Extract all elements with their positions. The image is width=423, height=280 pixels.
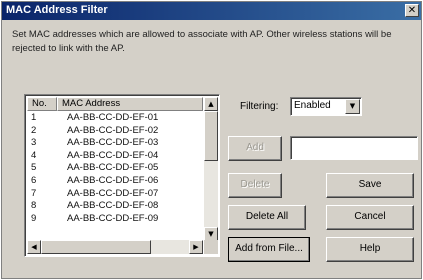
mac-address-list[interactable]: No. MAC Address 1 AA-BB-CC-DD-EF-01 2 AA-B… [24,94,220,257]
list-item[interactable]: 7 AA-BB-CC-DD-EF-07 [27,188,203,201]
title-bar[interactable]: MAC Address Filter ✕ [2,2,421,20]
vertical-scrollbar[interactable]: ▲ ▼ [204,97,218,241]
filtering-label: Filtering: [240,101,279,112]
row-mac-address: AA-BB-CC-DD-EF-06 [67,174,159,186]
vertical-scroll-thumb[interactable] [204,111,218,161]
row-number: 8 [31,200,37,212]
list-rows: 1 AA-BB-CC-DD-EF-01 2 AA-BB-CC-DD-EF-02 3 A… [27,112,203,225]
row-mac-address: AA-BB-CC-DD-EF-09 [67,212,159,224]
horizontal-scroll-thumb[interactable] [41,240,151,254]
row-mac-address: AA-BB-CC-DD-EF-01 [67,112,159,123]
filtering-value: Enabled [294,100,331,111]
scroll-up-icon[interactable]: ▲ [204,97,218,111]
horizontal-scrollbar[interactable]: ◀ ▶ [27,240,203,254]
row-number: 3 [31,137,37,149]
add-from-file-button[interactable]: Add from File... [228,237,310,262]
scrollbar-corner [204,240,218,254]
row-mac-address: AA-BB-CC-DD-EF-07 [67,187,159,199]
row-mac-address: AA-BB-CC-DD-EF-04 [67,149,159,161]
row-mac-address: AA-BB-CC-DD-EF-05 [67,162,159,174]
save-button[interactable]: Save [326,173,414,198]
list-item[interactable]: 9 AA-BB-CC-DD-EF-09 [27,213,203,226]
list-item[interactable]: 5 AA-BB-CC-DD-EF-05 [27,162,203,175]
list-item[interactable]: 6 AA-BB-CC-DD-EF-06 [27,175,203,188]
scroll-right-icon[interactable]: ▶ [189,240,203,254]
add-button[interactable]: Add [228,136,282,161]
dialog-title: MAC Address Filter [6,4,108,16]
row-number: 2 [31,124,37,136]
row-number: 9 [31,212,37,224]
row-number: 1 [31,112,37,123]
column-header-mac-address[interactable]: MAC Address [57,97,203,111]
row-number: 5 [31,162,37,174]
column-header-no[interactable]: No. [27,97,57,111]
scroll-left-icon[interactable]: ◀ [27,240,41,254]
delete-all-button[interactable]: Delete All [228,205,306,230]
delete-button[interactable]: Delete [228,173,282,198]
close-icon[interactable]: ✕ [405,4,419,17]
list-item[interactable]: 2 AA-BB-CC-DD-EF-02 [27,125,203,138]
list-item[interactable]: 4 AA-BB-CC-DD-EF-04 [27,150,203,163]
mac-filter-dialog: MAC Address Filter ✕ Set MAC addresses w… [1,1,422,279]
description-text: Set MAC addresses which are allowed to a… [12,29,392,54]
cancel-button[interactable]: Cancel [326,205,414,230]
help-button[interactable]: Help [326,237,414,262]
row-number: 6 [31,174,37,186]
row-mac-address: AA-BB-CC-DD-EF-08 [67,200,159,212]
scroll-down-icon[interactable]: ▼ [204,227,218,241]
row-mac-address: AA-BB-CC-DD-EF-02 [67,124,159,136]
row-number: 4 [31,149,37,161]
list-item[interactable]: 8 AA-BB-CC-DD-EF-08 [27,200,203,213]
row-number: 7 [31,187,37,199]
mac-address-input[interactable] [290,136,418,160]
chevron-down-icon[interactable]: ▼ [345,99,360,114]
row-mac-address: AA-BB-CC-DD-EF-03 [67,137,159,149]
filtering-select[interactable]: Enabled ▼ [290,97,362,116]
list-item[interactable]: 3 AA-BB-CC-DD-EF-03 [27,137,203,150]
list-item[interactable]: 1 AA-BB-CC-DD-EF-01 [27,112,203,125]
